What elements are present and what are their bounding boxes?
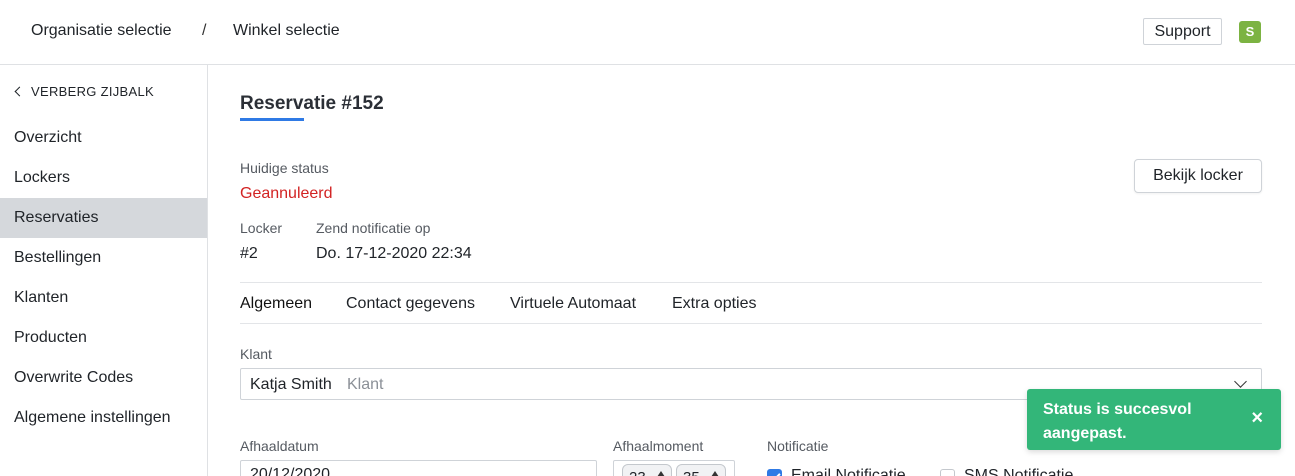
notify-value: Do. 17-12-2020 22:34 xyxy=(316,245,472,262)
tab-contact-details[interactable]: Contact gegevens xyxy=(346,295,475,313)
pickup-date-input[interactable]: 20/12/2020 xyxy=(240,460,597,476)
customer-placeholder: Klant xyxy=(347,376,384,393)
hour-stepper[interactable]: 23 xyxy=(622,464,672,476)
chevron-down-icon xyxy=(1234,375,1247,388)
minute-stepper[interactable]: 35 xyxy=(676,464,726,476)
top-bar: Organisatie selectie / Winkel selectie S… xyxy=(0,0,1295,65)
customer-label: Klant xyxy=(240,346,272,362)
pickup-date-label: Afhaaldatum xyxy=(240,438,319,454)
sms-notification-label: SMS Notificatie xyxy=(964,467,1074,476)
close-icon[interactable]: × xyxy=(1251,408,1263,428)
page-title: Reservatie #152 xyxy=(240,93,384,114)
customer-value: Katja Smith xyxy=(250,376,332,393)
email-notification-checkbox[interactable] xyxy=(767,469,782,476)
view-locker-button[interactable]: Bekijk locker xyxy=(1134,159,1262,193)
sidebar: VERBERG ZIJBALK Overzicht Lockers Reserv… xyxy=(0,65,208,476)
avatar[interactable]: S xyxy=(1239,21,1261,43)
title-underline xyxy=(240,118,304,121)
success-toast: Status is succesvol aangepast. × xyxy=(1027,389,1281,450)
sidebar-item-general-settings[interactable]: Algemene instellingen xyxy=(0,398,207,438)
divider xyxy=(240,323,1262,324)
support-button[interactable]: Support xyxy=(1143,18,1222,45)
status-value: Geannuleerd xyxy=(240,185,333,202)
pickup-time-label: Afhaalmoment xyxy=(613,438,704,454)
sidebar-item-lockers[interactable]: Lockers xyxy=(0,158,207,198)
minute-value: 35 xyxy=(683,469,700,476)
sidebar-item-orders[interactable]: Bestellingen xyxy=(0,238,207,278)
chevron-left-icon xyxy=(14,86,25,97)
email-notification-label: Email Notificatie xyxy=(791,467,906,476)
breadcrumb-store[interactable]: Winkel selectie xyxy=(233,22,340,40)
sidebar-item-overwrite-codes[interactable]: Overwrite Codes xyxy=(0,358,207,398)
hide-sidebar-label: VERBERG ZIJBALK xyxy=(31,84,154,99)
stepper-up-icon[interactable] xyxy=(657,471,665,476)
hour-value: 23 xyxy=(629,469,646,476)
sidebar-item-products[interactable]: Producten xyxy=(0,318,207,358)
hide-sidebar-button[interactable]: VERBERG ZIJBALK xyxy=(14,84,154,99)
locker-label: Locker xyxy=(240,220,283,236)
status-label: Huidige status xyxy=(240,160,329,176)
pickup-time-input: 23 35 xyxy=(613,460,735,476)
tab-virtual-machine[interactable]: Virtuele Automaat xyxy=(510,295,636,313)
sms-notification-checkbox[interactable] xyxy=(940,469,955,476)
tab-extra-options[interactable]: Extra opties xyxy=(672,295,756,313)
breadcrumb-organisation[interactable]: Organisatie selectie xyxy=(31,22,172,40)
divider xyxy=(240,282,1262,283)
notify-label: Zend notificatie op xyxy=(316,220,431,236)
locker-value: #2 xyxy=(240,245,258,262)
breadcrumb-separator: / xyxy=(202,22,207,39)
stepper-up-icon[interactable] xyxy=(711,471,719,476)
tab-general[interactable]: Algemeen xyxy=(240,295,312,313)
toast-message: Status is succesvol aangepast. xyxy=(1043,401,1192,442)
sidebar-item-reservations[interactable]: Reservaties xyxy=(0,198,207,238)
sidebar-item-customers[interactable]: Klanten xyxy=(0,278,207,318)
notification-label: Notificatie xyxy=(767,438,829,454)
sidebar-item-overview[interactable]: Overzicht xyxy=(0,118,207,158)
